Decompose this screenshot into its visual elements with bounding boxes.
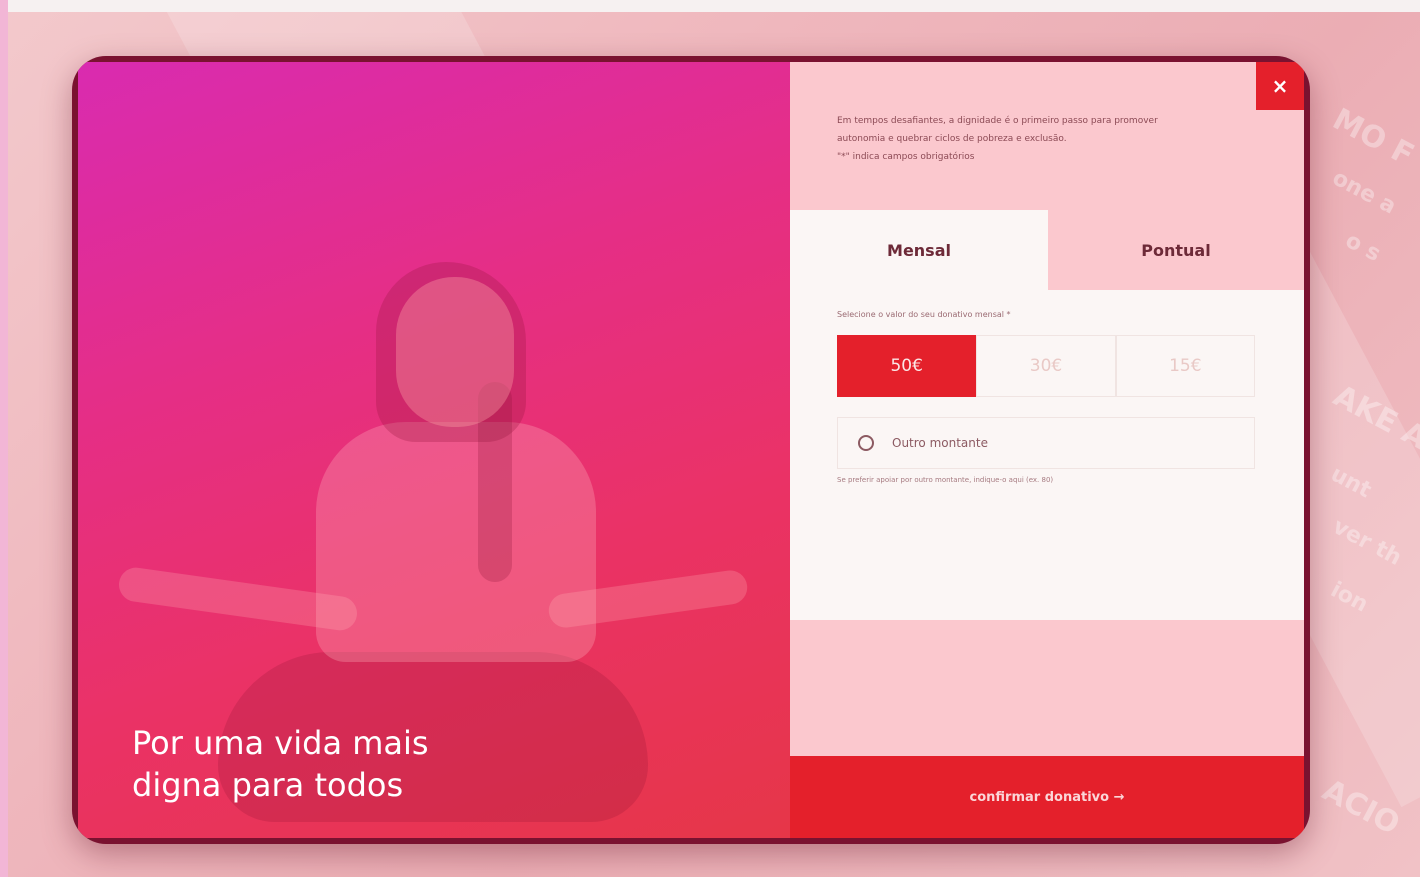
donation-panel: × Em tempos desafiantes, a dignidade é o… [790, 62, 1304, 838]
figure-head [396, 277, 514, 427]
frequency-tabs: Mensal Pontual [790, 210, 1304, 290]
donation-modal: Por uma vida mais digna para todos × Em … [72, 56, 1310, 844]
radio-icon[interactable] [858, 435, 874, 451]
amount-select-label: Selecione o valor do seu donativo mensal… [837, 310, 1011, 319]
close-button[interactable]: × [1256, 62, 1304, 110]
ghost-text: MO F [1326, 101, 1420, 174]
other-amount-option[interactable]: Outro montante [837, 417, 1255, 469]
confirm-donation-button[interactable]: confirmar donativo → [790, 756, 1304, 838]
amount-options: 50€ 30€ 15€ [837, 335, 1255, 397]
figure-body [316, 422, 596, 662]
close-icon: × [1271, 74, 1289, 98]
intro-line: autonomia e quebrar ciclos de pobreza e … [837, 134, 1067, 144]
hero-caption-line: Por uma vida mais [132, 724, 429, 762]
hero-image: Por uma vida mais digna para todos [78, 62, 790, 838]
amount-option-15[interactable]: 15€ [1115, 335, 1255, 397]
required-note: "*" indica campos obrigatórios [837, 152, 975, 162]
tab-mensal[interactable]: Mensal [790, 210, 1048, 290]
donation-form: Selecione o valor do seu donativo mensal… [790, 290, 1304, 620]
amount-option-50[interactable]: 50€ [837, 335, 977, 397]
backdrop-left-edge [0, 0, 8, 877]
other-amount-label: Outro montante [892, 436, 988, 450]
hero-caption-line: digna para todos [132, 766, 404, 804]
other-amount-hint: Se preferir apoiar por outro montante, i… [837, 476, 1054, 484]
tab-pontual[interactable]: Pontual [1048, 210, 1304, 290]
intro-line: Em tempos desafiantes, a dignidade é o p… [837, 116, 1158, 126]
intro-text: Em tempos desafiantes, a dignidade é o p… [837, 112, 1227, 166]
amount-option-30[interactable]: 30€ [976, 335, 1116, 397]
ghost-text: one a [1328, 165, 1401, 220]
backdrop-top-strip [0, 0, 1420, 12]
hero-caption: Por uma vida mais digna para todos [132, 722, 492, 806]
ghost-text: o s [1341, 228, 1385, 267]
